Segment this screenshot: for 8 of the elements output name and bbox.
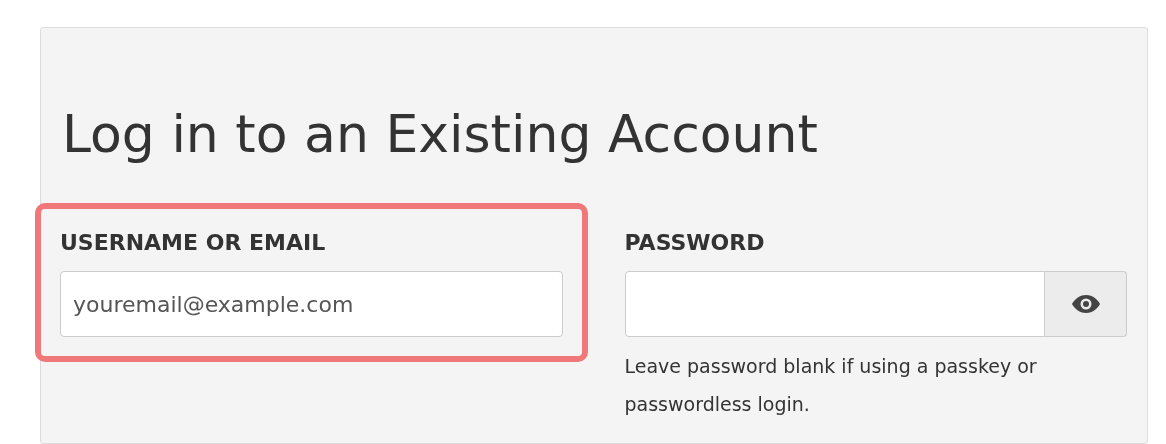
field-label: PASSWORD [624,230,766,255]
help-text: Leave password blank if using a passkey or passwordless login. [624,354,1038,417]
eye-icon [1071,295,1100,313]
username-field[interactable]: youremail@example.com [60,271,563,337]
field-label: USERNAME OR EMAIL [60,230,327,255]
page-title: Log in to an Existing Account [62,103,818,166]
password-field[interactable] [624,271,1045,337]
show-password-button[interactable] [1045,271,1127,337]
